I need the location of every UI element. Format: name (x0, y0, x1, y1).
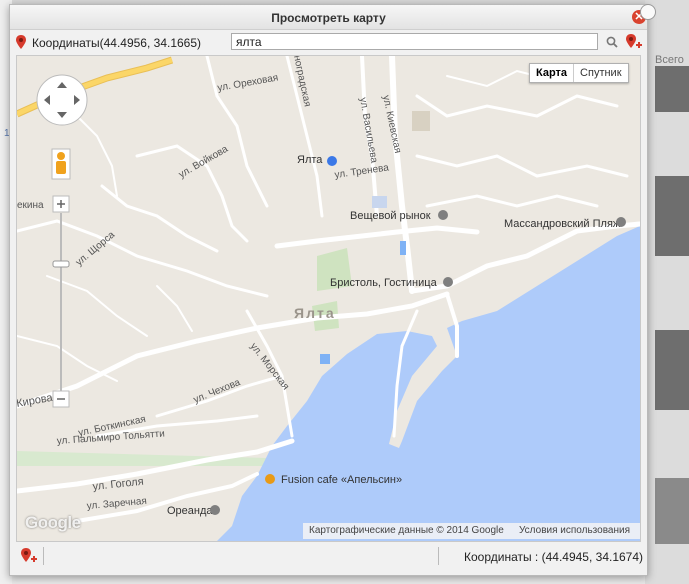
status-divider (43, 547, 44, 565)
map-label-oreanda: Ореанда (167, 505, 213, 517)
map-type-map-button[interactable]: Карта (530, 64, 575, 82)
background-slider-knob[interactable] (640, 4, 656, 20)
coordinates-label: Координаты(44.4956, 34.1665) (32, 36, 202, 50)
background-thumbnail[interactable] (655, 330, 689, 410)
beach-poi-icon[interactable] (616, 217, 626, 227)
dialog-title: Просмотреть карту (271, 11, 386, 25)
map-type-satellite-button[interactable]: Спутник (574, 64, 627, 82)
hotel-poi-icon[interactable] (210, 505, 220, 515)
map-city-label: Ялта (294, 305, 336, 321)
map-search-input[interactable] (231, 33, 598, 50)
hotel-poi-icon[interactable] (443, 277, 453, 287)
map-attribution: Картографические данные © 2014 Google Ус… (303, 523, 640, 539)
search-icon[interactable] (606, 36, 618, 48)
zoom-slider-handle[interactable] (52, 260, 70, 268)
cafe-poi-icon[interactable] (265, 474, 275, 484)
map-label-market: Вещевой рынок (350, 210, 431, 222)
attribution-text: Картографические данные © 2014 Google (309, 525, 504, 536)
map-view[interactable]: Ялта Ялта Вещевой рынок Массандровский П… (16, 55, 641, 542)
dialog-titlebar[interactable]: Просмотреть карту ✕ (10, 5, 647, 30)
dialog-statusbar: Координаты : (44.4945, 34.1674) (10, 543, 647, 571)
map-canvas[interactable]: Ялта Ялта Вещевой рынок Массандровский П… (17, 56, 640, 541)
add-marker-icon[interactable] (626, 33, 642, 51)
map-label-ekina: екина (17, 200, 44, 211)
add-marker-icon[interactable] (21, 547, 37, 565)
status-coordinates: Координаты : (44.4945, 34.1674) (464, 550, 644, 564)
map-label-massandra: Массандровский Пляж (504, 218, 621, 230)
map-label-yalta-station: Ялта (297, 154, 323, 166)
terms-link[interactable]: Условия использования (519, 525, 630, 536)
map-type-control: Карта Спутник (529, 63, 629, 83)
market-poi-icon[interactable] (438, 210, 448, 220)
location-pin-icon (16, 35, 26, 49)
map-dialog: Просмотреть карту ✕ Координаты(44.4956, … (9, 4, 648, 576)
status-divider (438, 547, 439, 565)
background-thumbnail[interactable] (655, 478, 689, 544)
map-toolbar: Координаты(44.4956, 34.1665) (10, 30, 647, 54)
background-thumbnail[interactable] (655, 66, 689, 112)
background-thumbnail[interactable] (655, 176, 689, 256)
background-total-label: Всего (655, 54, 684, 66)
map-label-fusion: Fusion cafe «Апельсин» (281, 474, 402, 486)
bus-station-icon[interactable] (327, 156, 337, 166)
google-logo: Google (25, 513, 81, 532)
map-label-bristol: Бристоль, Гостиница (330, 277, 438, 289)
